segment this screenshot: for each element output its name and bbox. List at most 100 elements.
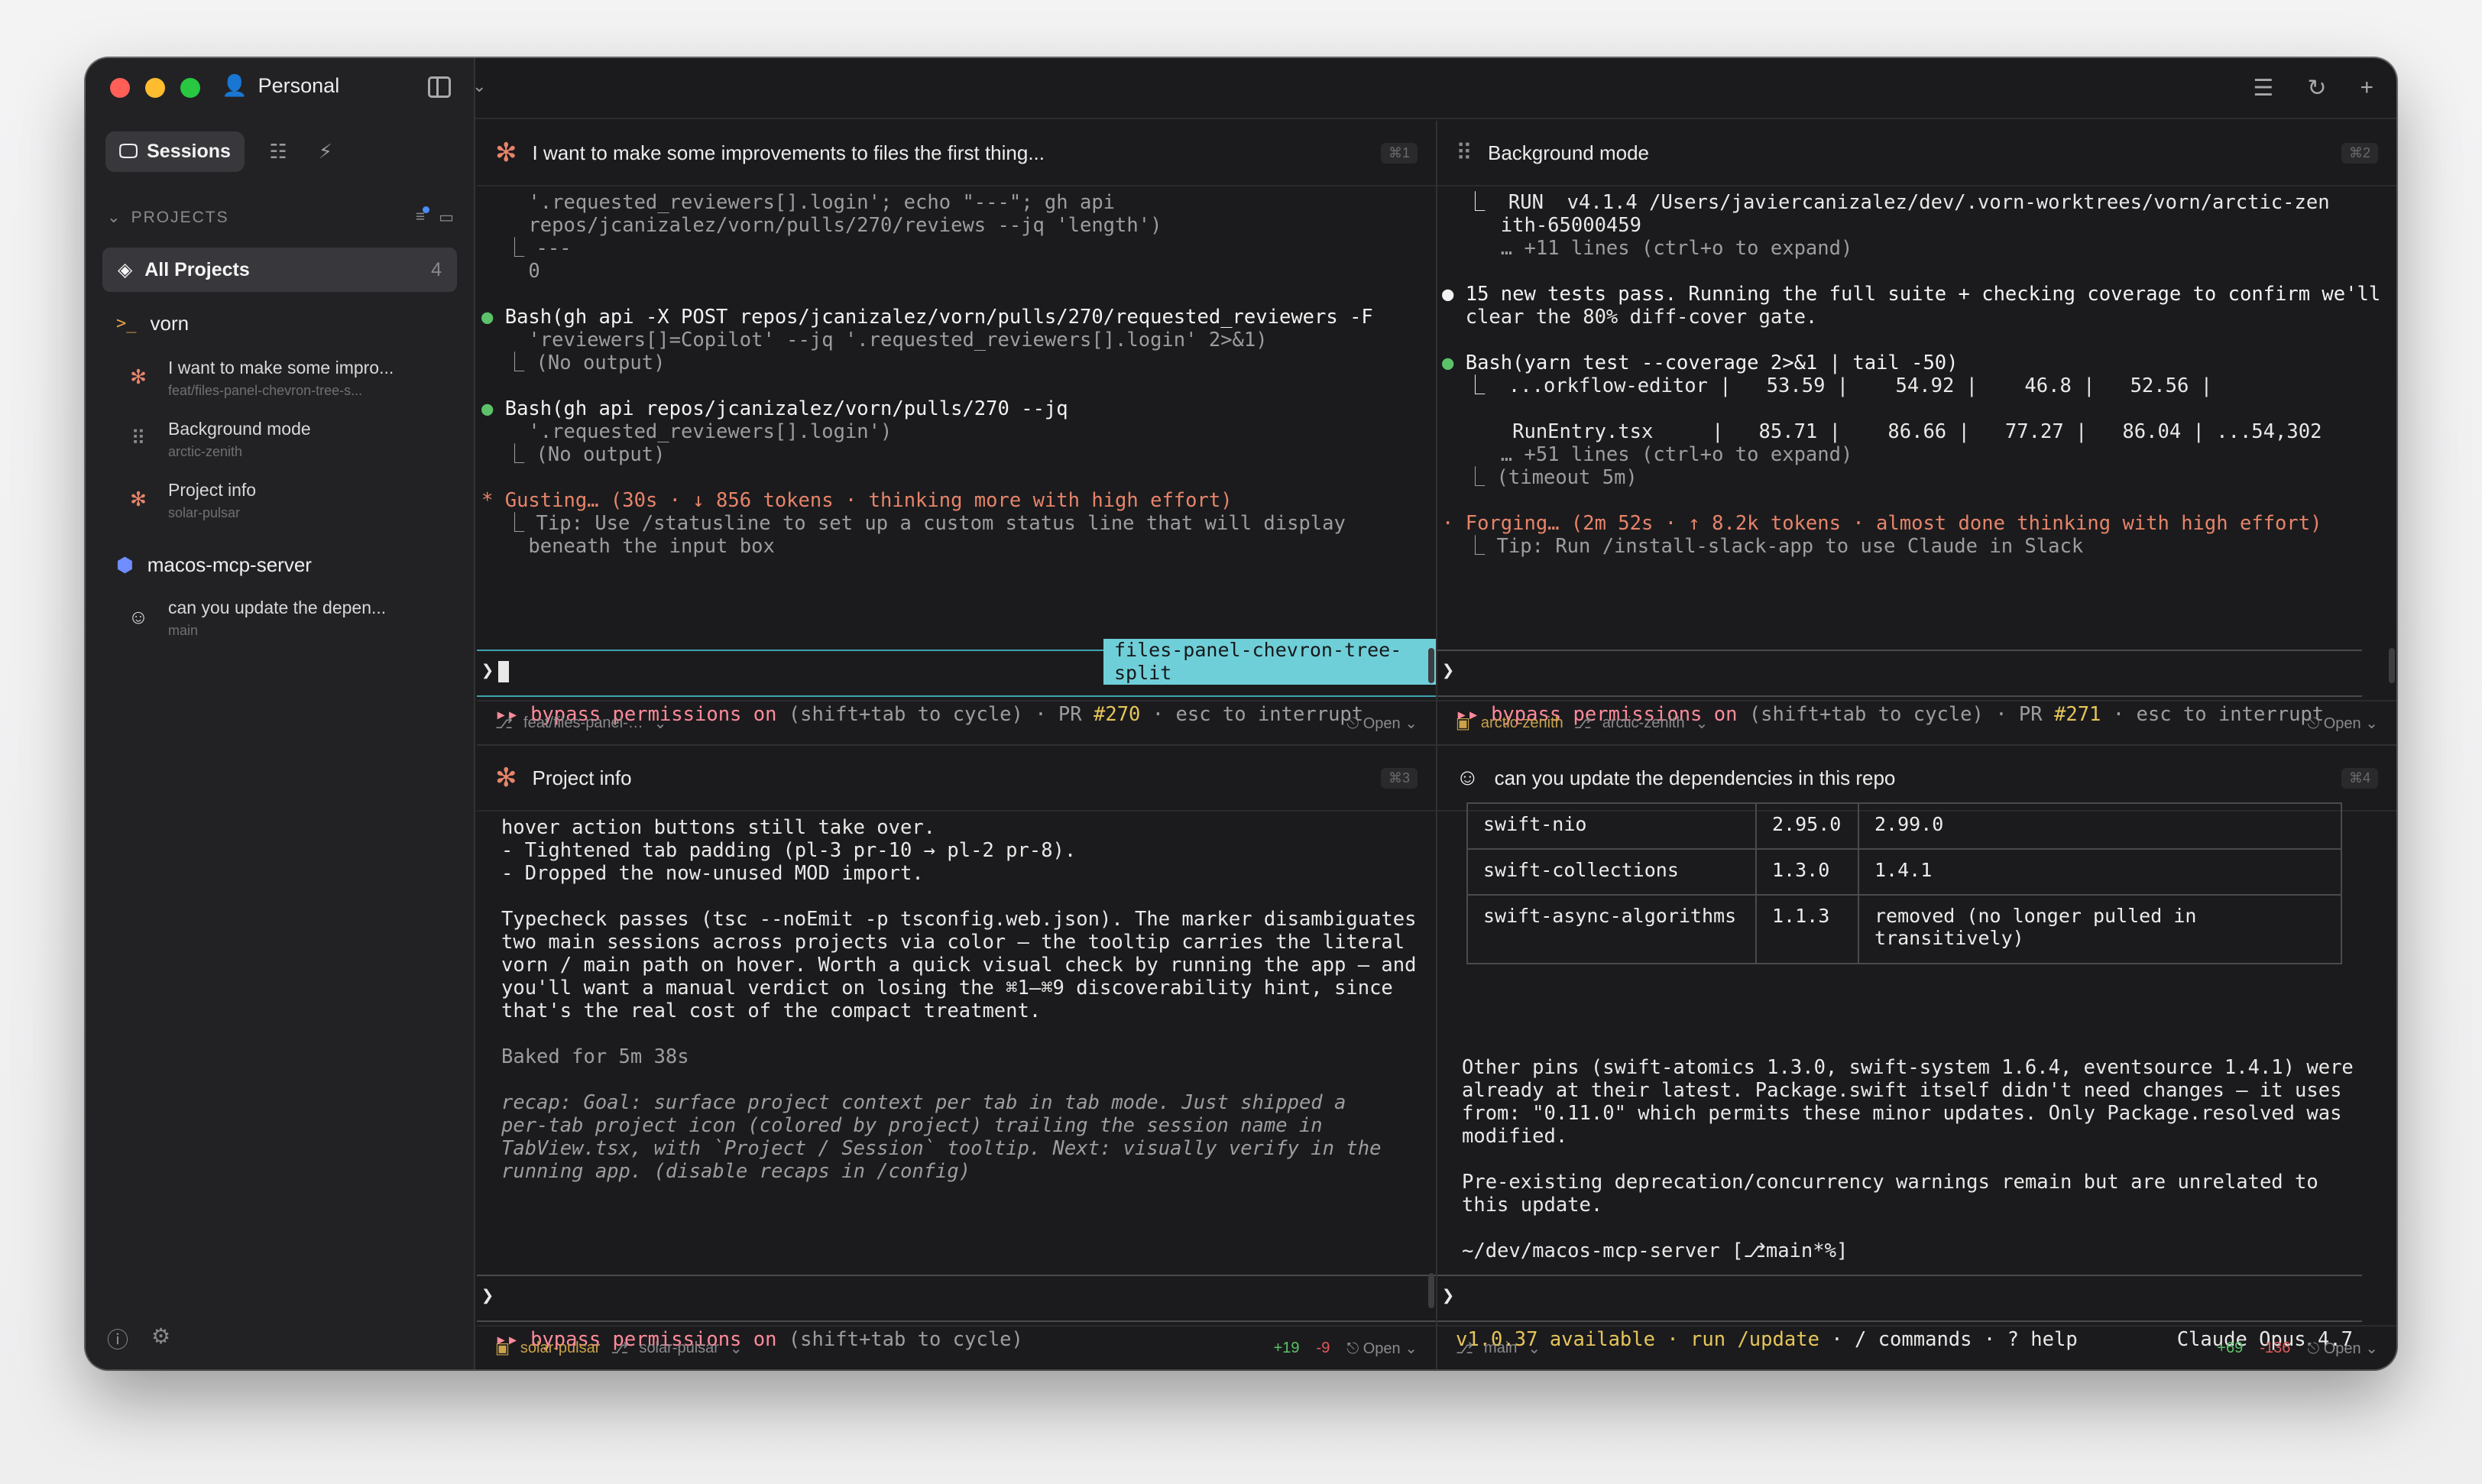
session-item[interactable]: ⠿ Background mode arctic-zenith <box>125 419 462 460</box>
worktree-icon: ▣ <box>495 1340 510 1357</box>
gear-icon[interactable]: ⚙ <box>151 1324 170 1354</box>
sidebar-tabs: 🖵 Sessions ☷ ⚡ <box>105 131 339 172</box>
open-button[interactable]: ⎋ Open ⌄ <box>1346 1339 1418 1358</box>
terminal-icon: >_ <box>116 314 137 333</box>
profile-switcher[interactable]: 👤 Personal ⌄ <box>222 73 486 98</box>
table-row: swift-async-algorithms 1.1.3 removed (no l… <box>1466 894 2342 964</box>
project-macos-mcp-server[interactable]: ⬢ macos-mcp-server <box>116 553 312 577</box>
scrollbar[interactable] <box>2389 648 2395 683</box>
zoom-window-button[interactable] <box>180 78 200 98</box>
tab-sessions[interactable]: 🖵 Sessions <box>105 131 245 172</box>
terminal-output: ⎿ RUN v4.1.4 /Users/javiercanizalez/dev/… <box>1442 191 2381 558</box>
lines-removed: -9 <box>1316 1339 1330 1356</box>
toolbar: ☰ ↻ + <box>475 58 2396 119</box>
chevron-down-icon: ⌄ <box>653 714 667 732</box>
input-border <box>1437 1275 2362 1276</box>
open-button[interactable]: ⎋ Open ⌄ <box>2307 714 2378 733</box>
pane-footer: ▣ solar-pulsar ⎇ solar-pulsar ⌄ +19 -9 ⎋… <box>477 1325 1436 1369</box>
pane-header: ✻ I want to make some improvements to fi… <box>477 121 1436 186</box>
layers-icon: ◈ <box>118 259 133 280</box>
session-pane-3[interactable]: ✻ Project info ⌘3 hover action buttons s… <box>477 746 1436 1369</box>
shortcut-badge: ⌘1 <box>1380 142 1418 164</box>
input-border <box>477 695 1436 697</box>
sidebar: 👤 Personal ⌄ 🖵 Sessions ☷ ⚡ ⌄ PROJECTS ≡… <box>86 58 486 1369</box>
shortcut-badge: ⌘2 <box>2341 142 2378 164</box>
project-count: 4 <box>431 258 442 280</box>
session-pane-1[interactable]: ✻ I want to make some improvements to fi… <box>477 121 1436 744</box>
add-icon[interactable]: + <box>2360 75 2373 102</box>
branch-tag: files-panel-chevron-tree-split <box>1103 639 1436 685</box>
pane-title: Background mode <box>1487 141 1650 164</box>
branch-icon: ⎇ <box>1573 714 1592 732</box>
help-icon[interactable]: ⓘ <box>107 1324 128 1354</box>
scrollbar[interactable] <box>1428 648 1434 683</box>
lines-added: +19 <box>1273 1339 1300 1356</box>
tab-automations[interactable]: ⚡ <box>312 140 339 164</box>
chevron-down-icon: ⌄ <box>1528 1340 1541 1357</box>
app-window: 👤 Personal ⌄ 🖵 Sessions ☷ ⚡ ⌄ PROJECTS ≡… <box>86 58 2396 1369</box>
pane-footer: ⎇ feat/files-panel-… ⌄ ⎋ Open ⌄ <box>477 700 1436 744</box>
input-border <box>1437 695 2362 697</box>
all-projects-item[interactable]: ◈ All Projects 4 <box>102 248 457 292</box>
sidebar-footer: ⓘ ⚙ <box>107 1324 170 1354</box>
branch-icon: ⎇ <box>611 1340 629 1357</box>
minimize-window-button[interactable] <box>145 78 165 98</box>
session-pane-4[interactable]: ☺ can you update the dependencies in thi… <box>1437 746 2396 1369</box>
session-item[interactable]: ☺ can you update the depen... main <box>125 598 462 639</box>
profile-name: Personal <box>258 73 340 97</box>
prompt-input[interactable]: ❯ <box>481 1284 494 1307</box>
tab-tasks[interactable]: ☷ <box>264 140 292 164</box>
claude-spark-icon: ✻ <box>495 138 517 167</box>
scrollbar[interactable] <box>1428 1273 1434 1308</box>
dependency-table: swift-nio 2.95.0 2.99.0 swift-collections 1… <box>1466 802 2342 964</box>
prompt-input[interactable]: ❯ <box>1442 1284 1454 1307</box>
open-button[interactable]: ⎋ Open ⌄ <box>1346 714 1418 733</box>
worktree-icon: ▣ <box>1456 714 1470 732</box>
dependency-table-wrapper: swift-nio 2.95.0 2.99.0 swift-collections 1… <box>1437 802 2396 964</box>
branch-name[interactable]: main <box>1484 1340 1517 1357</box>
person-icon: 👤 <box>222 74 248 97</box>
project-vorn[interactable]: >_ vorn <box>116 312 189 335</box>
table-row: swift-collections 1.3.0 1.4.1 <box>1466 848 2342 896</box>
session-item[interactable]: ✻ I want to make some impro... feat/file… <box>125 358 462 399</box>
refresh-icon[interactable]: ↻ <box>2307 75 2326 102</box>
lines-added: +69 <box>2217 1339 2244 1356</box>
robot-icon: ☺ <box>1456 765 1479 790</box>
worktree-name[interactable]: arctic-zenith <box>1481 714 1563 732</box>
window-controls <box>110 78 200 98</box>
open-button[interactable]: ⎋ Open ⌄ <box>2307 1339 2378 1358</box>
pane-header: ✻ Project info ⌘3 <box>477 746 1436 812</box>
shortcut-badge: ⌘4 <box>2341 767 2378 789</box>
sliders-icon[interactable]: ☰ <box>2253 75 2273 102</box>
filter-icon[interactable]: ≡ <box>416 206 430 227</box>
lines-removed: -136 <box>2260 1339 2291 1356</box>
terminal-output: hover action buttons still take over. - … <box>501 816 1417 1183</box>
shell-prompt: ~/dev/macos-mcp-server [⎇main*%] <box>1462 1239 1849 1262</box>
prompt-input[interactable]: ❯ <box>481 659 510 682</box>
worktree-name[interactable]: solar-pulsar <box>520 1340 600 1357</box>
pane-title: Project info <box>532 766 632 789</box>
terminal-output: Other pins (swift-atomics 1.3.0, swift-s… <box>1462 1056 2354 1262</box>
input-border <box>477 1320 1436 1322</box>
close-window-button[interactable] <box>110 78 130 98</box>
input-border <box>1437 650 2362 651</box>
grid-dots-icon: ⠿ <box>131 426 146 449</box>
robot-icon: ☺ <box>128 605 149 628</box>
prompt-input[interactable]: ❯ <box>1442 659 1454 682</box>
collapse-chevron-icon[interactable]: ⌄ <box>107 208 122 227</box>
input-border <box>477 1275 1436 1276</box>
input-border <box>1437 1320 2362 1322</box>
session-pane-2[interactable]: ⠿ Background mode ⌘2 ⎿ RUN v4.1.4 /Users… <box>1437 121 2396 744</box>
branch-name[interactable]: solar-pulsar <box>639 1340 718 1357</box>
grid-dots-icon: ⠿ <box>1456 140 1473 166</box>
sidebar-toggle-icon[interactable] <box>428 76 451 98</box>
branch-name[interactable]: feat/files-panel-… <box>523 714 643 732</box>
text-cursor <box>498 660 510 682</box>
chevron-down-icon: ⌄ <box>1695 714 1709 732</box>
pane-footer: ▣ arctic-zenith ⎇ arctic-zenith ⌄ ⎋ Open… <box>1437 700 2396 744</box>
new-folder-icon[interactable]: ▭ <box>439 208 455 227</box>
branch-icon: ⎇ <box>495 714 514 732</box>
branch-name[interactable]: arctic-zenith <box>1602 714 1685 732</box>
session-item[interactable]: ✻ Project info solar-pulsar <box>125 480 462 521</box>
table-row: swift-nio 2.95.0 2.99.0 <box>1466 802 2342 850</box>
